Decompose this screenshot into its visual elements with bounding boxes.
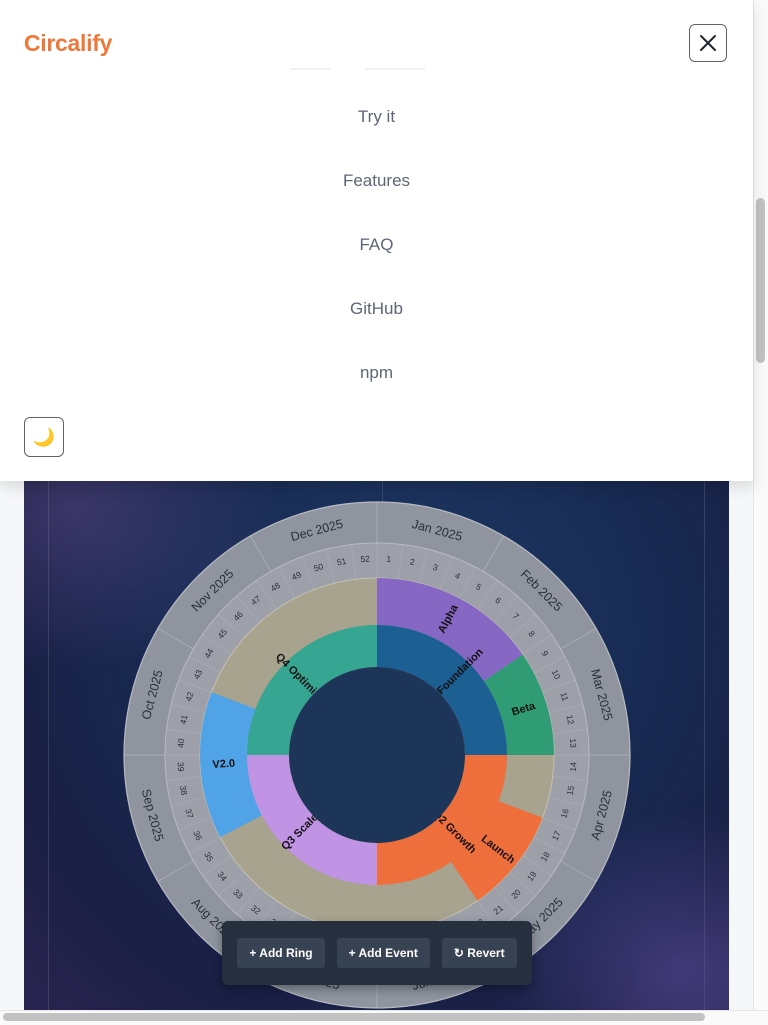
nav-item-github[interactable]: GitHub — [0, 299, 753, 319]
week-label: 14 — [568, 762, 579, 772]
divider — [290, 68, 330, 70]
nav-item-npm[interactable]: npm — [0, 363, 753, 383]
add-ring-button[interactable]: + Add Ring — [237, 938, 325, 968]
wheel-toolbar: + Add Ring + Add Event ↻ Revert — [222, 921, 532, 985]
moon-icon: 🌙 — [32, 426, 56, 447]
mobile-nav-menu: Circalify Try it Features FAQ GitHub npm… — [0, 0, 753, 481]
close-menu-button[interactable] — [689, 24, 727, 62]
week-label: 40 — [176, 738, 187, 748]
brand-logo[interactable]: Circalify — [24, 30, 112, 57]
week-label: 52 — [360, 554, 370, 565]
center-hole — [289, 667, 465, 843]
theme-toggle-button[interactable]: 🌙 — [24, 417, 64, 457]
vertical-scrollbar[interactable] — [753, 0, 768, 1010]
divider — [365, 68, 425, 70]
add-event-button[interactable]: + Add Event — [336, 938, 430, 968]
horizontal-scrollbar-thumb[interactable] — [3, 1013, 705, 1021]
close-icon — [700, 35, 716, 51]
nav-item-try-it[interactable]: Try it — [0, 107, 753, 127]
event-label: V2.0 — [212, 758, 235, 771]
nav-item-features[interactable]: Features — [0, 171, 753, 191]
nav-item-faq[interactable]: FAQ — [0, 235, 753, 255]
revert-button[interactable]: ↻ Revert — [441, 938, 517, 968]
week-label: 13 — [568, 738, 579, 748]
vertical-scrollbar-thumb[interactable] — [756, 198, 765, 363]
week-label: 1 — [386, 554, 392, 564]
week-label: 39 — [176, 762, 187, 772]
